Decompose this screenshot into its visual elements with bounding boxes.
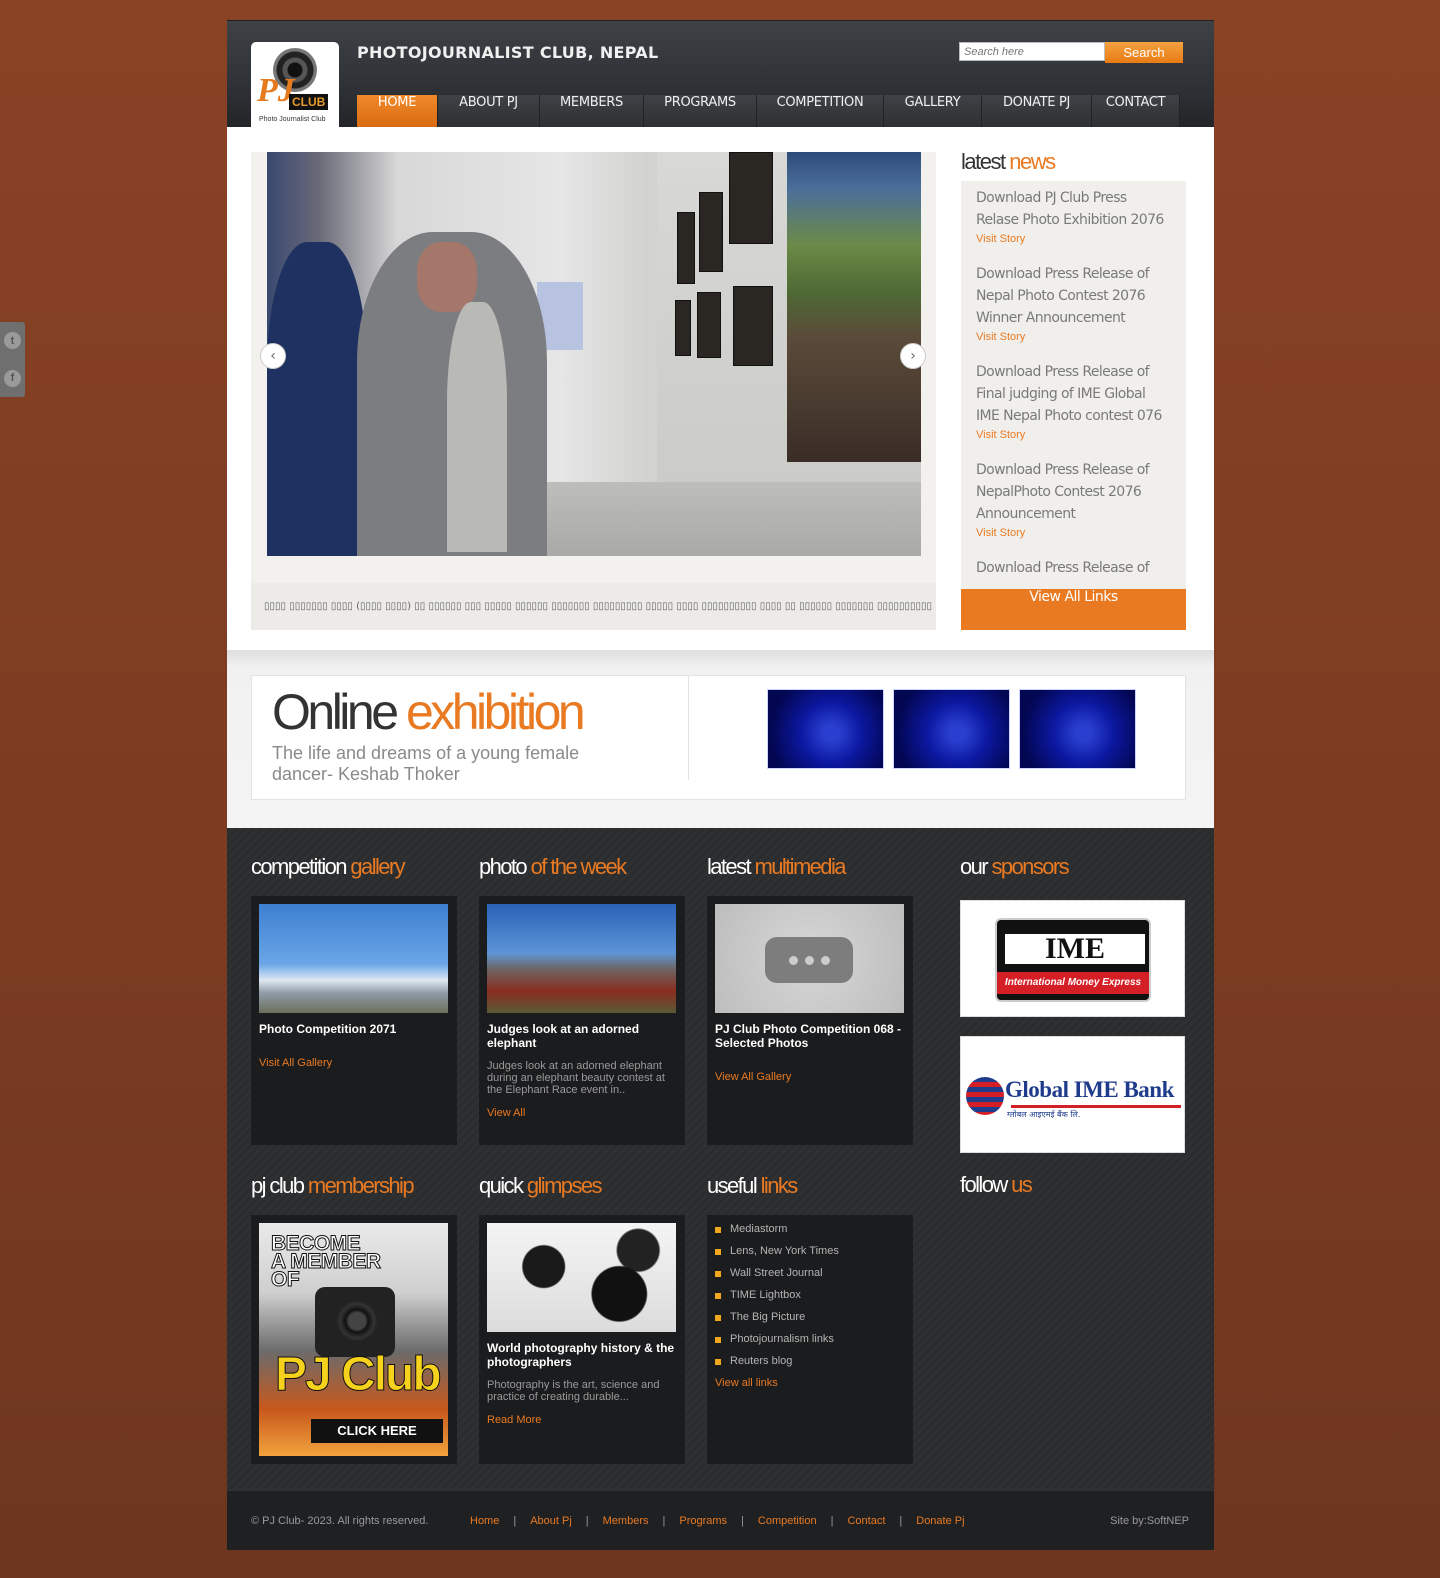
logo-club: CLUB <box>289 94 329 110</box>
slider-next-button[interactable]: › <box>900 343 926 369</box>
logo-tagline: Photo Journalist Club <box>259 116 326 123</box>
nav-donate[interactable]: DONATE PJ <box>982 95 1092 128</box>
footer-link-about[interactable]: About Pj <box>530 1515 572 1527</box>
slide-photo[interactable] <box>267 152 921 556</box>
view-all-link[interactable]: View All <box>487 1107 525 1119</box>
competition-gallery-title: competition gallery <box>251 854 406 879</box>
click-here-button[interactable]: CLICK HERE <box>311 1419 443 1443</box>
footer-link-members[interactable]: Members <box>603 1515 649 1527</box>
more-icon <box>765 937 853 983</box>
exhibition-thumb[interactable] <box>767 689 884 769</box>
follow-us-title: follow us <box>960 1172 1033 1197</box>
nav-members[interactable]: MEMBERS <box>540 95 644 128</box>
site-credit[interactable]: Site by:SoftNEP <box>1110 1515 1189 1527</box>
photo-week-box: Judges look at an adorned elephant Judge… <box>479 896 685 1145</box>
glimpses-box: World photography history & the photogra… <box>479 1215 685 1464</box>
global-ime-logo-icon <box>966 1077 1004 1115</box>
footer-link-donate[interactable]: Donate Pj <box>916 1515 964 1527</box>
main-nav: HOME ABOUT PJ MEMBERS PROGRAMS COMPETITI… <box>357 95 1180 128</box>
exhibition-subtitle: The life and dreams of a young female da… <box>272 743 580 784</box>
dark-section: competition gallery photo of the week la… <box>227 828 1214 1492</box>
sponsor-ime[interactable]: IME International Money Express <box>960 900 1185 1017</box>
useful-links-box: Mediastorm Lens, New York Times Wall Str… <box>707 1215 913 1464</box>
list-item[interactable]: Mediastorm <box>715 1223 905 1245</box>
latest-news-title: latest news <box>961 149 1056 174</box>
nav-programs[interactable]: PROGRAMS <box>644 95 757 128</box>
visit-story-link[interactable]: Visit Story <box>976 331 1171 343</box>
view-all-links[interactable]: View all links <box>715 1377 905 1389</box>
news-item: Download PJ Club Press Relase Photo Exhi… <box>976 187 1171 245</box>
visit-story-link[interactable]: Visit Story <box>976 429 1171 441</box>
list-item[interactable]: Reuters blog <box>715 1355 905 1377</box>
membership-box: BECOME A MEMBER OF PJ Club CLICK HERE <box>251 1215 457 1464</box>
exhibition-title: Online exhibition <box>272 684 586 740</box>
footer-link-programs[interactable]: Programs <box>679 1515 727 1527</box>
competition-photo[interactable] <box>259 904 448 1013</box>
logo[interactable]: PJ CLUB Photo Journalist Club <box>251 42 339 128</box>
visit-story-link[interactable]: Visit Story <box>976 233 1171 245</box>
slide-caption: ▯▯▯▯ ▯▯▯▯▯▯▯ ▯▯▯▯ (▯▯▯▯ ▯▯▯▯) ▯▯ ▯▯▯▯▯▯ … <box>251 583 936 630</box>
slider-prev-button[interactable]: ‹ <box>260 343 286 369</box>
visit-all-gallery-link[interactable]: Visit All Gallery <box>259 1057 332 1069</box>
glimpses-title: quick glimpses <box>479 1173 602 1198</box>
sponsor-global-ime-bank[interactable]: Global IME Bank ग्लोबल आइएमई बैंक लि. <box>960 1036 1185 1153</box>
membership-title: pj club membership <box>251 1173 415 1198</box>
page-wrapper: PJ CLUB Photo Journalist Club PHOTOJOURN… <box>227 20 1214 1561</box>
footer-link-home[interactable]: Home <box>470 1515 499 1527</box>
camera-lens-icon <box>337 1301 377 1341</box>
news-item: Download Press Release of Nepal Photo Co… <box>976 263 1171 343</box>
search-button[interactable]: Search <box>1105 42 1183 63</box>
news-item: Download Press Release of <box>976 560 1150 576</box>
facebook-icon[interactable]: f <box>4 369 21 387</box>
membership-banner[interactable]: BECOME A MEMBER OF PJ Club CLICK HERE <box>259 1223 448 1456</box>
multimedia-box: PJ Club Photo Competition 068 - Selected… <box>707 896 913 1145</box>
footer-link-contact[interactable]: Contact <box>847 1515 885 1527</box>
sponsors-title: our sponsors <box>960 854 1070 879</box>
news-list: Download PJ Club Press Relase Photo Exhi… <box>961 181 1186 589</box>
read-more-link[interactable]: Read More <box>487 1414 541 1426</box>
ime-logo: IME International Money Express <box>995 918 1151 1002</box>
camera-gear-photo[interactable] <box>487 1223 676 1332</box>
nav-competition[interactable]: COMPETITION <box>757 95 884 128</box>
search-input[interactable] <box>959 42 1105 61</box>
copyright: © PJ Club- 2023. All rights reserved. <box>251 1515 429 1527</box>
online-exhibition[interactable]: Online exhibition The life and dreams of… <box>251 675 1186 800</box>
nav-gallery[interactable]: GALLERY <box>884 95 982 128</box>
site-title: PHOTOJOURNALIST CLUB, NEPAL <box>357 43 659 62</box>
footer-link-competition[interactable]: Competition <box>758 1515 817 1527</box>
social-sidebar: t f <box>0 322 25 397</box>
list-item[interactable]: Wall Street Journal <box>715 1267 905 1289</box>
useful-links-title: useful links <box>707 1173 798 1198</box>
exhibition-band: Online exhibition The life and dreams of… <box>227 650 1214 828</box>
view-all-links-button[interactable]: View All Links <box>961 589 1186 630</box>
useful-links-list: Mediastorm Lens, New York Times Wall Str… <box>715 1223 905 1377</box>
list-item[interactable]: The Big Picture <box>715 1311 905 1333</box>
video-placeholder[interactable] <box>715 904 904 1013</box>
nav-about[interactable]: ABOUT PJ <box>438 95 540 128</box>
news-item: Download Press Release of NepalPhoto Con… <box>976 459 1171 539</box>
header: PJ CLUB Photo Journalist Club PHOTOJOURN… <box>227 20 1214 128</box>
list-item[interactable]: Lens, New York Times <box>715 1245 905 1267</box>
photo-week-title: photo of the week <box>479 854 627 879</box>
main-content: ‹ › ▯▯▯▯ ▯▯▯▯▯▯▯ ▯▯▯▯ (▯▯▯▯ ▯▯▯▯) ▯▯ ▯▯▯… <box>227 127 1214 650</box>
view-all-gallery-link[interactable]: View All Gallery <box>715 1071 791 1083</box>
twitter-icon[interactable]: t <box>4 332 21 350</box>
exhibition-thumb[interactable] <box>893 689 1010 769</box>
photo-week-image[interactable] <box>487 904 676 1013</box>
photo-slider: ‹ › ▯▯▯▯ ▯▯▯▯▯▯▯ ▯▯▯▯ (▯▯▯▯ ▯▯▯▯) ▯▯ ▯▯▯… <box>251 152 936 630</box>
exhibition-thumb[interactable] <box>1019 689 1136 769</box>
nav-contact[interactable]: CONTACT <box>1092 95 1180 128</box>
nav-home[interactable]: HOME <box>357 95 438 128</box>
list-item[interactable]: TIME Lightbox <box>715 1289 905 1311</box>
footer: © PJ Club- 2023. All rights reserved. Ho… <box>227 1490 1214 1550</box>
latest-news: latest news Download PJ Club Press Relas… <box>961 149 1186 630</box>
multimedia-title: latest multimedia <box>707 854 846 879</box>
competition-gallery-box: Photo Competition 2071 Visit All Gallery <box>251 896 457 1145</box>
visit-story-link[interactable]: Visit Story <box>976 527 1171 539</box>
news-item: Download Press Release of Final judging … <box>976 361 1171 441</box>
footer-nav: Home | About Pj | Members | Programs | Compe… <box>470 1515 965 1527</box>
divider <box>688 676 689 780</box>
list-item[interactable]: Photojournalism links <box>715 1333 905 1355</box>
